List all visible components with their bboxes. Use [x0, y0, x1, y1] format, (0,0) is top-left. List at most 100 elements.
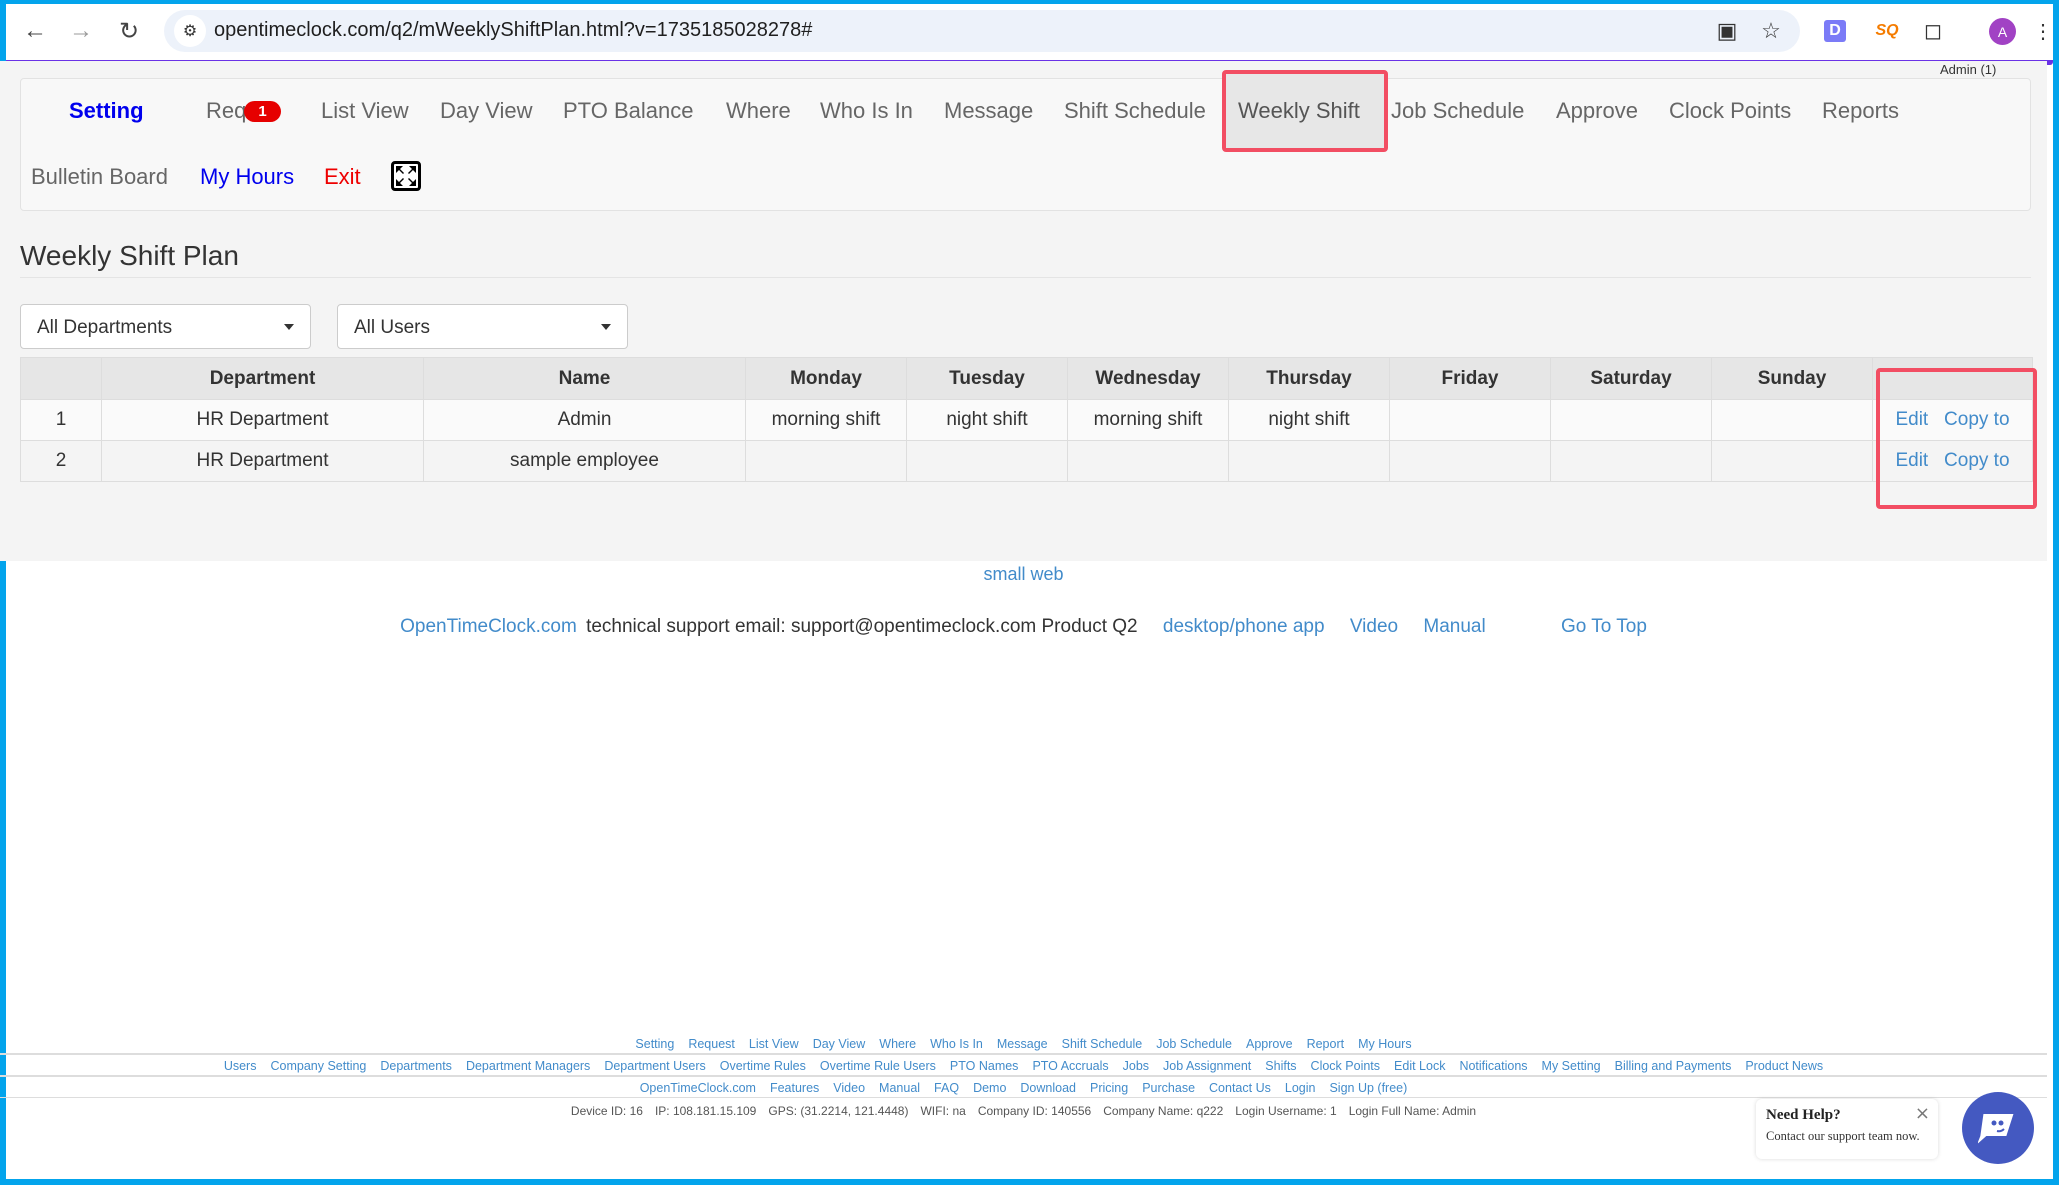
chat-icon — [1978, 1114, 2014, 1144]
footer-link-message[interactable]: Message — [997, 1037, 1048, 1051]
address-bar[interactable]: ⚙ opentimeclock.com/q2/mWeeklyShiftPlan.… — [164, 10, 1800, 52]
user-select[interactable]: All Users — [337, 304, 628, 349]
support-line: OpenTimeClock.com technical support emai… — [0, 616, 2047, 638]
footer-link-sign-up-free-[interactable]: Sign Up (free) — [1329, 1081, 1407, 1095]
footer-link-where[interactable]: Where — [879, 1037, 916, 1051]
row-wednesday — [1067, 440, 1229, 482]
footer-link-company-setting[interactable]: Company Setting — [270, 1059, 366, 1073]
footer-link-video[interactable]: Video — [833, 1081, 865, 1095]
footer-link-job-assignment[interactable]: Job Assignment — [1163, 1059, 1251, 1073]
fullscreen-icon[interactable] — [391, 161, 421, 191]
footer-link-features[interactable]: Features — [770, 1081, 819, 1095]
footer-link-report[interactable]: Report — [1307, 1037, 1345, 1051]
extensions-puzzle-icon[interactable]: ◻ — [1918, 16, 1948, 46]
chat-button[interactable] — [1962, 1092, 2034, 1164]
footer-link-departments[interactable]: Departments — [380, 1059, 452, 1073]
footer-link-who-is-in[interactable]: Who Is In — [930, 1037, 983, 1051]
footer-link-notifications[interactable]: Notifications — [1459, 1059, 1527, 1073]
footer-link-purchase[interactable]: Purchase — [1142, 1081, 1195, 1095]
row-tuesday: night shift — [906, 399, 1068, 441]
footer-link-list-view[interactable]: List View — [749, 1037, 799, 1051]
footer-link-approve[interactable]: Approve — [1246, 1037, 1293, 1051]
footer-link-shift-schedule[interactable]: Shift Schedule — [1062, 1037, 1143, 1051]
footer-link-overtime-rule-users[interactable]: Overtime Rule Users — [820, 1059, 936, 1073]
nav-where[interactable]: Where — [726, 98, 791, 124]
col-header-sunday: Sunday — [1711, 357, 1873, 400]
small-web-link-text[interactable]: small web — [983, 564, 1063, 584]
nav-reports[interactable]: Reports — [1822, 98, 1899, 124]
nav-exit[interactable]: Exit — [324, 164, 361, 190]
footer-link-overtime-rules[interactable]: Overtime Rules — [720, 1059, 806, 1073]
extension-d-icon[interactable]: D — [1824, 20, 1846, 42]
site-settings-icon[interactable]: ⚙ — [174, 15, 206, 47]
desktop-phone-app-link[interactable]: desktop/phone app — [1163, 616, 1325, 637]
footer-link-manual[interactable]: Manual — [879, 1081, 920, 1095]
footer-link-download[interactable]: Download — [1020, 1081, 1076, 1095]
row-tuesday — [906, 440, 1068, 482]
footer-links-row-2: Users Company Setting Departments Departmen… — [0, 1059, 2047, 1073]
footer-link-pto-names[interactable]: PTO Names — [950, 1059, 1019, 1073]
footer-link-setting[interactable]: Setting — [635, 1037, 674, 1051]
device-info-item: Device ID: 16 — [570, 1104, 643, 1118]
footer-link-login[interactable]: Login — [1285, 1081, 1316, 1095]
extension-sq-icon[interactable]: SQ — [1872, 16, 1902, 46]
manual-link[interactable]: Manual — [1423, 616, 1485, 637]
back-icon[interactable]: ← — [20, 16, 50, 46]
nav-who-is-in[interactable]: Who Is In — [820, 98, 913, 124]
nav-setting[interactable]: Setting — [69, 98, 144, 124]
nav-list-view[interactable]: List View — [321, 98, 409, 124]
footer-link-department-managers[interactable]: Department Managers — [466, 1059, 590, 1073]
footer-link-my-setting[interactable]: My Setting — [1542, 1059, 1601, 1073]
nav-my-hours[interactable]: My Hours — [200, 164, 294, 190]
row-saturday — [1550, 399, 1712, 441]
nav-day-view[interactable]: Day View — [440, 98, 533, 124]
table-row: 1 HR Department Admin morning shift nigh… — [20, 399, 2033, 441]
nav-approve[interactable]: Approve — [1556, 98, 1638, 124]
nav-pto-balance[interactable]: PTO Balance — [563, 98, 693, 124]
row-saturday — [1550, 440, 1712, 482]
reload-icon[interactable]: ↻ — [114, 16, 144, 46]
footer-link-jobs[interactable]: Jobs — [1123, 1059, 1149, 1073]
footer-link-shifts[interactable]: Shifts — [1265, 1059, 1296, 1073]
video-link[interactable]: Video — [1350, 616, 1398, 637]
nav-request[interactable]: Req 1 — [206, 98, 281, 124]
bookmark-star-icon[interactable]: ☆ — [1756, 16, 1786, 46]
footer-divider — [0, 1097, 2047, 1098]
nav-clock-points[interactable]: Clock Points — [1669, 98, 1791, 124]
menu-icon[interactable]: ⋮ — [2033, 16, 2053, 46]
footer-link-pto-accruals[interactable]: PTO Accruals — [1032, 1059, 1108, 1073]
footer-link-day-view[interactable]: Day View — [813, 1037, 866, 1051]
footer-link-contact-us[interactable]: Contact Us — [1209, 1081, 1271, 1095]
close-icon[interactable]: × — [1915, 1103, 1930, 1124]
nav-job-schedule[interactable]: Job Schedule — [1391, 98, 1524, 124]
footer-link-department-users[interactable]: Department Users — [604, 1059, 705, 1073]
footer-link-demo[interactable]: Demo — [973, 1081, 1006, 1095]
footer-link-job-schedule[interactable]: Job Schedule — [1156, 1037, 1232, 1051]
footer-link-request[interactable]: Request — [688, 1037, 735, 1051]
go-to-top-link[interactable]: Go To Top — [1561, 616, 1647, 637]
footer-link-my-hours[interactable]: My Hours — [1358, 1037, 1411, 1051]
small-web-link: small web — [0, 564, 2047, 585]
footer-link-clock-points[interactable]: Clock Points — [1311, 1059, 1380, 1073]
forward-icon[interactable]: → — [66, 16, 96, 46]
nav-weekly-shift[interactable]: Weekly Shift — [1238, 98, 1360, 124]
nav-shift-schedule[interactable]: Shift Schedule — [1064, 98, 1206, 124]
device-info-item: IP: 108.181.15.109 — [654, 1104, 757, 1118]
nav-bulletin-board[interactable]: Bulletin Board — [31, 164, 168, 190]
footer-link-opentimeclock-com[interactable]: OpenTimeClock.com — [640, 1081, 756, 1095]
footer-link-faq[interactable]: FAQ — [934, 1081, 959, 1095]
site-link[interactable]: OpenTimeClock.com — [400, 616, 577, 637]
footer-divider — [0, 1075, 2047, 1077]
department-select[interactable]: All Departments — [20, 304, 311, 349]
footer-link-users[interactable]: Users — [224, 1059, 257, 1073]
footer-link-pricing[interactable]: Pricing — [1090, 1081, 1128, 1095]
device-info-item: WIFI: na — [920, 1104, 966, 1118]
nav-message[interactable]: Message — [944, 98, 1033, 124]
profile-avatar[interactable]: A — [1989, 18, 2016, 45]
chevron-down-icon — [284, 324, 294, 330]
footer-link-product-news[interactable]: Product News — [1745, 1059, 1823, 1073]
install-app-icon[interactable]: ▣ — [1712, 16, 1742, 46]
footer-link-edit-lock[interactable]: Edit Lock — [1394, 1059, 1445, 1073]
footer-link-billing-and-payments[interactable]: Billing and Payments — [1615, 1059, 1732, 1073]
url-text[interactable]: opentimeclock.com/q2/mWeeklyShiftPlan.ht… — [214, 19, 812, 42]
